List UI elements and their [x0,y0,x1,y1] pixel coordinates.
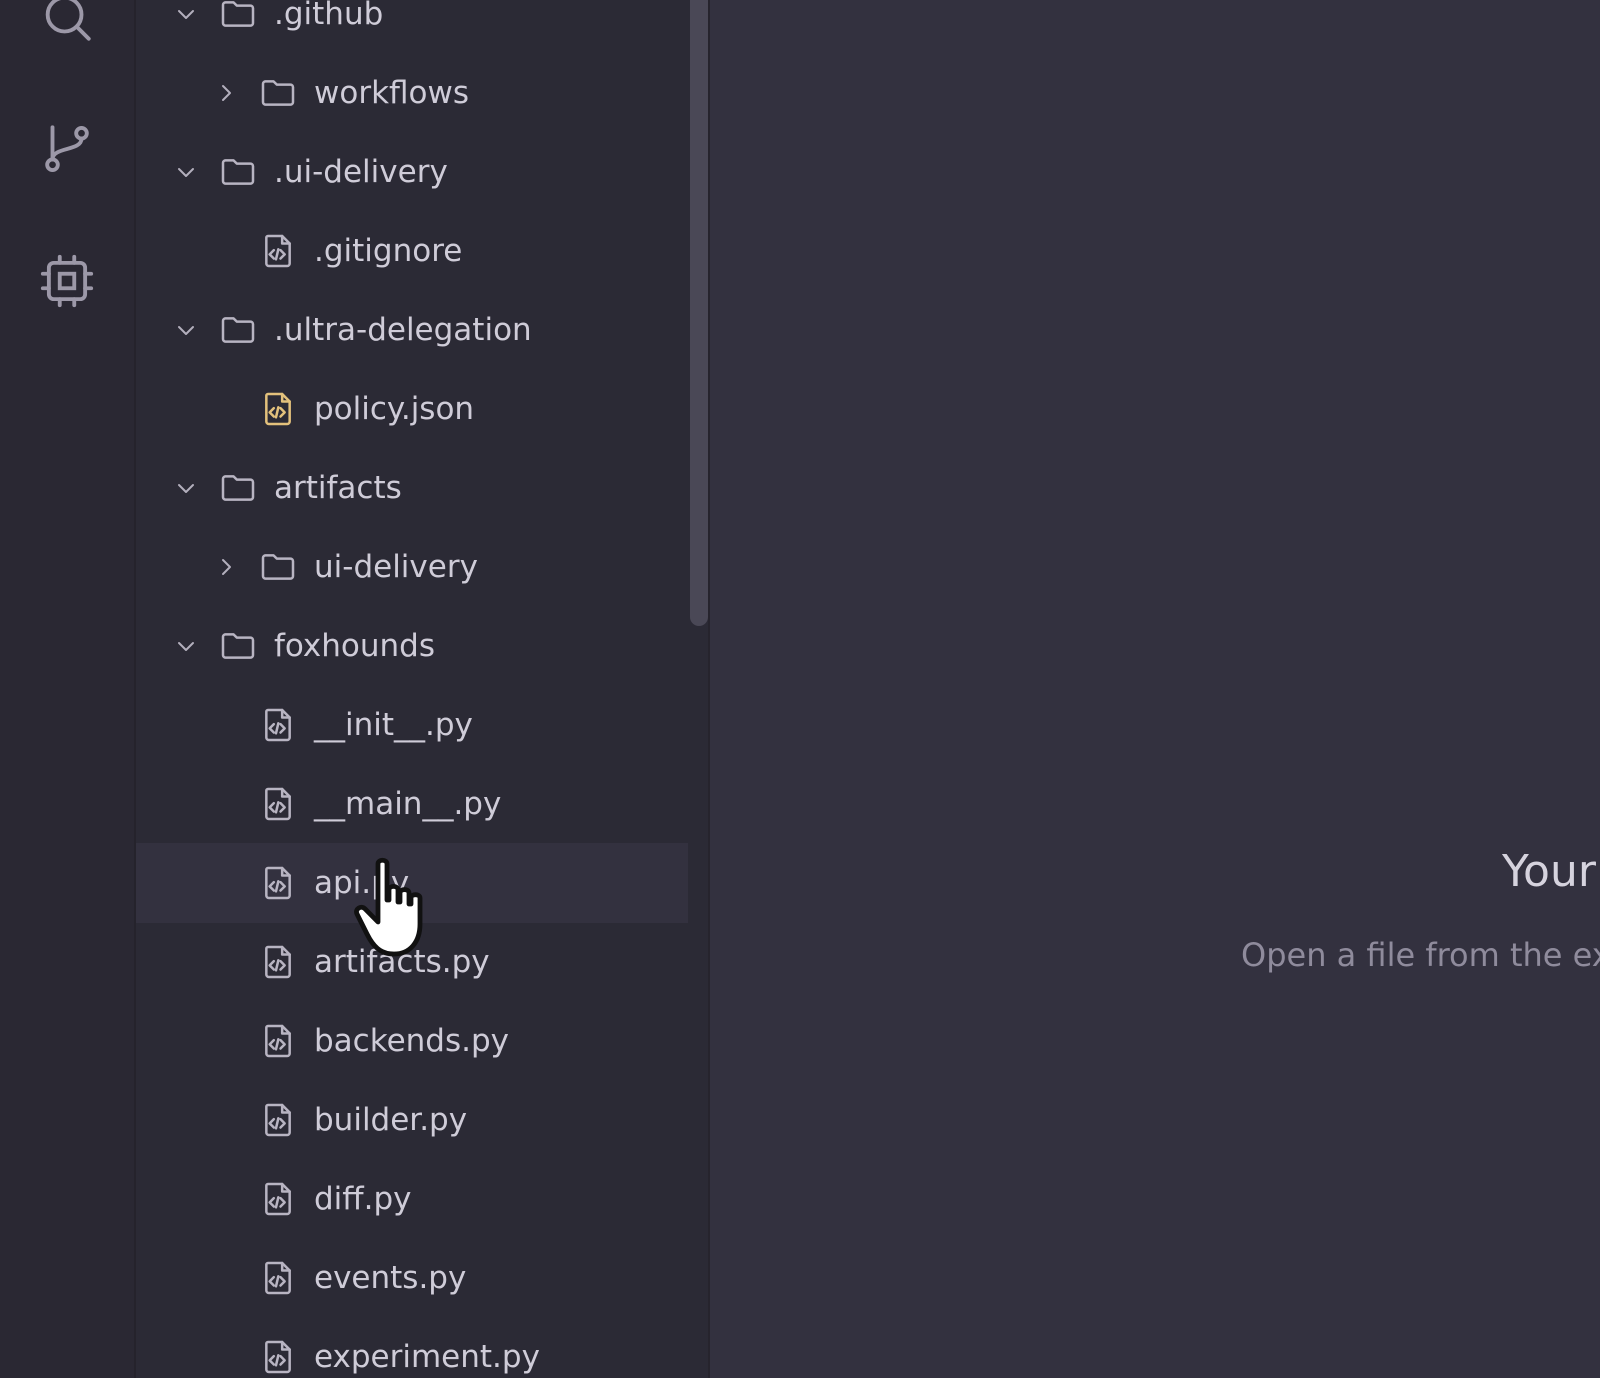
tree-item-label: builder.py [314,1102,468,1138]
code-file-icon [258,942,298,982]
folder-icon [218,626,258,666]
chevron-right-icon[interactable] [214,555,238,579]
explorer-scrollbar[interactable] [690,0,708,626]
chevron-down-icon[interactable] [174,160,198,184]
chevron-down-icon[interactable] [174,2,198,26]
code-file-icon [258,863,298,903]
empty-state-subtitle: Open a file from the ex [1241,936,1600,974]
code-file-icon [258,784,298,824]
tree-folder-row[interactable]: ui-delivery [136,527,688,607]
tree-item-label: .ui-delivery [274,154,448,190]
tree-item-label: foxhounds [274,628,436,664]
tree-item-label: workflows [314,75,470,111]
tree-file-row[interactable]: backends.py [136,1001,688,1081]
tree-item-label: .github [274,0,384,32]
code-file-icon [258,1100,298,1140]
tree-item-label: __main__.py [314,786,502,822]
search-icon[interactable] [38,0,96,46]
hand-pointer-icon [352,856,436,960]
tree-item-label: .ultra-delegation [274,312,532,348]
tree-item-label: experiment.py [314,1339,540,1375]
tree-file-row[interactable]: __init__.py [136,685,688,765]
folder-icon [258,73,298,113]
chip-icon[interactable] [38,252,96,310]
code-file-icon [258,1258,298,1298]
tree-item-label: ui-delivery [314,549,478,585]
tree-file-row[interactable]: experiment.py [136,1317,688,1378]
tree-folder-row[interactable]: artifacts [136,448,688,528]
chevron-down-icon[interactable] [174,476,198,500]
chevron-down-icon[interactable] [174,318,198,342]
code-file-icon [258,1337,298,1377]
tree-file-row[interactable]: __main__.py [136,764,688,844]
tree-folder-row[interactable]: foxhounds [136,606,688,686]
tree-file-row[interactable]: .gitignore [136,211,688,291]
folder-icon [218,152,258,192]
folder-icon [258,547,298,587]
tree-item-label: events.py [314,1260,467,1296]
code-file-icon [258,705,298,745]
tree-folder-row[interactable]: .ultra-delegation [136,290,688,370]
tree-item-label: backends.py [314,1023,509,1059]
tree-file-row[interactable]: diff.py [136,1159,688,1239]
folder-icon [218,0,258,34]
chevron-down-icon[interactable] [174,634,198,658]
tree-file-row[interactable]: policy.json [136,369,688,449]
folder-icon [218,310,258,350]
source-control-icon[interactable] [38,120,96,178]
editor-area: Your Open a file from the ex [710,0,1600,1378]
code-file-icon [258,231,298,271]
tree-file-row[interactable]: events.py [136,1238,688,1318]
tree-item-label: artifacts [274,470,402,506]
tree-item-label: diff.py [314,1181,412,1217]
code-file-icon [258,1179,298,1219]
code-file-icon [258,1021,298,1061]
tree-folder-row[interactable]: .github [136,0,688,54]
tree-item-label: __init__.py [314,707,473,743]
tree-folder-row[interactable]: .ui-delivery [136,132,688,212]
activity-bar [0,0,136,1378]
tree-item-label: .gitignore [314,233,463,269]
file-explorer: .github workflows .ui-delivery .gitignore .u… [136,0,708,1378]
empty-state-title: Your [1502,846,1596,897]
tree-file-row[interactable]: builder.py [136,1080,688,1160]
json-file-icon [258,389,298,429]
chevron-right-icon[interactable] [214,81,238,105]
tree-folder-row[interactable]: workflows [136,53,688,133]
folder-icon [218,468,258,508]
tree-item-label: policy.json [314,391,475,427]
